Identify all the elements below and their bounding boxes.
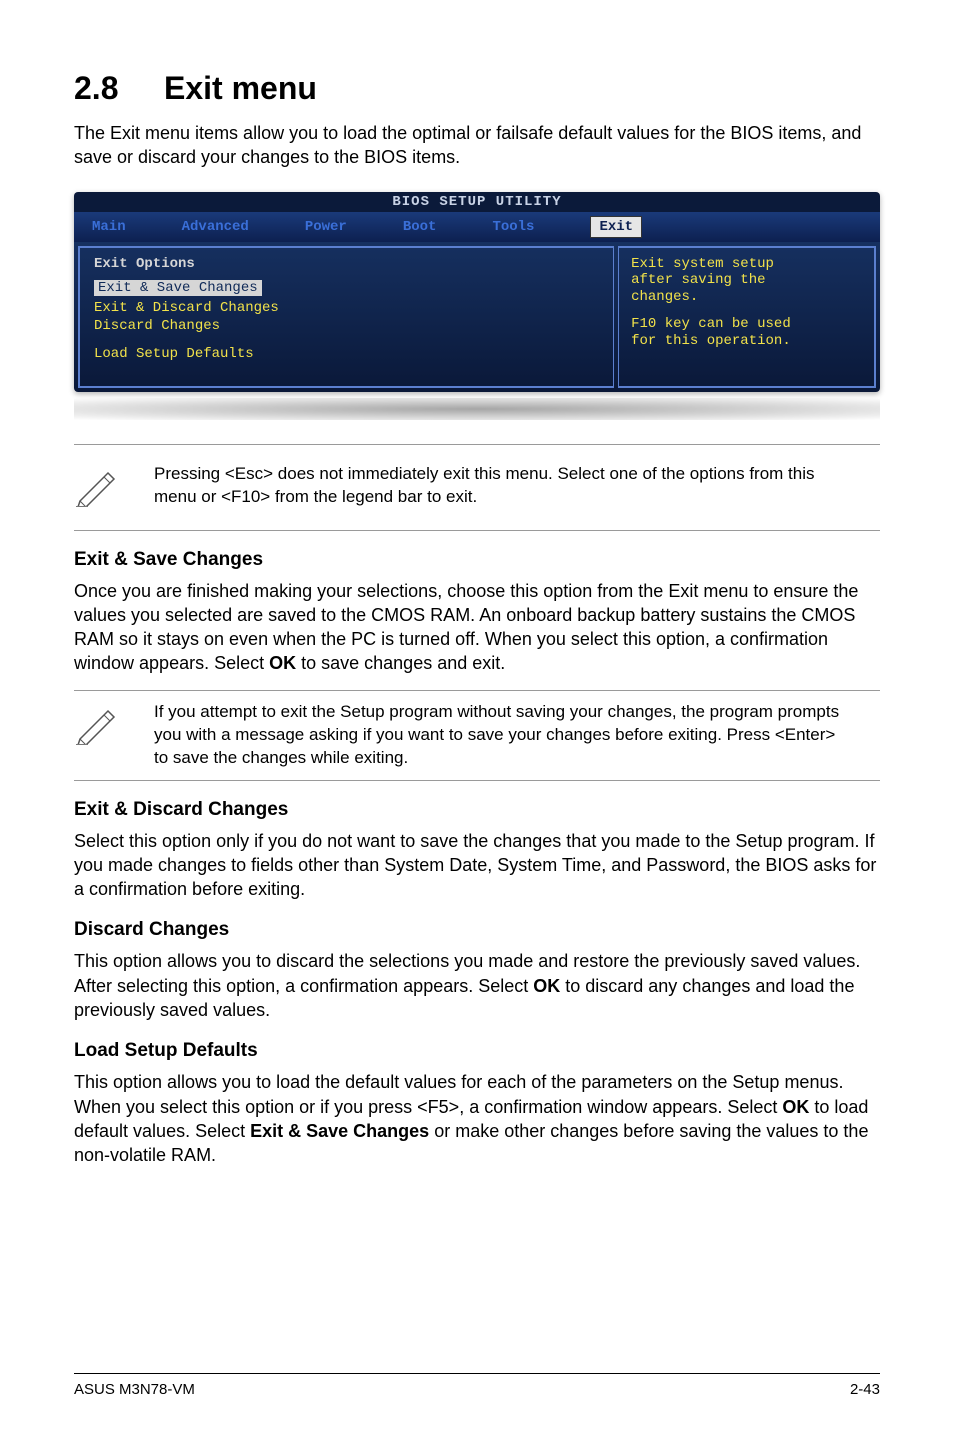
bios-item-exit-save: Exit & Save Changes [94, 280, 262, 296]
bios-right-pane: Exit system setup after saving the chang… [618, 246, 876, 388]
subhead-exit-discard: Exit & Discard Changes [74, 799, 880, 821]
para-exit-save: Once you are finished making your select… [74, 579, 880, 676]
bios-item-exit-discard: Exit & Discard Changes [94, 300, 599, 316]
bios-shadow [74, 398, 880, 420]
note-block-1: Pressing <Esc> does not immediately exit… [74, 459, 880, 512]
bold-ok: OK [782, 1097, 809, 1117]
pencil-icon [74, 701, 130, 750]
footer-rule [74, 1373, 880, 1374]
note-block-2: If you attempt to exit the Setup program… [74, 690, 880, 781]
bios-tab-advanced: Advanced [182, 219, 249, 235]
bios-tab-row: Main Advanced Power Boot Tools Exit [74, 212, 880, 242]
bios-utility-title: BIOS SETUP UTILITY [74, 192, 880, 212]
bios-item-discard: Discard Changes [94, 318, 599, 334]
divider [74, 530, 880, 531]
subhead-discard: Discard Changes [74, 919, 880, 941]
divider [74, 444, 880, 445]
section-number: 2.8 [74, 70, 164, 107]
para-discard: This option allows you to discard the se… [74, 949, 880, 1022]
bios-screenshot: BIOS SETUP UTILITY Main Advanced Power B… [74, 192, 880, 392]
bios-item-load-defaults: Load Setup Defaults [94, 346, 599, 362]
bios-help-line: F10 key can be used [631, 316, 862, 333]
bold-ok: OK [533, 976, 560, 996]
bios-left-header: Exit Options [94, 256, 599, 272]
bios-help-line: after saving the [631, 272, 862, 289]
intro-paragraph: The Exit menu items allow you to load th… [74, 121, 880, 170]
note-text-2: If you attempt to exit the Setup program… [154, 701, 880, 770]
bios-tab-tools: Tools [492, 219, 534, 235]
bios-left-pane: Exit Options Exit & Save Changes Exit & … [78, 246, 614, 388]
bold-ok: OK [269, 653, 296, 673]
footer-left: ASUS M3N78-VM [74, 1381, 195, 1398]
bios-tab-power: Power [305, 219, 347, 235]
text-span: to save changes and exit. [296, 653, 505, 673]
para-load-defaults: This option allows you to load the defau… [74, 1070, 880, 1167]
pencil-icon [74, 463, 130, 512]
bios-tab-main: Main [92, 219, 126, 235]
footer-right: 2-43 [850, 1381, 880, 1398]
text-span: This option allows you to load the defau… [74, 1072, 843, 1116]
subhead-exit-save: Exit & Save Changes [74, 549, 880, 571]
note-text-1: Pressing <Esc> does not immediately exit… [154, 463, 880, 509]
para-exit-discard: Select this option only if you do not wa… [74, 829, 880, 902]
bios-tab-boot: Boot [403, 219, 437, 235]
section-heading: 2.8Exit menu [74, 70, 880, 107]
bios-help-line: changes. [631, 289, 862, 306]
section-title-text: Exit menu [164, 70, 317, 106]
bios-tab-exit: Exit [590, 216, 642, 238]
bios-help-line: Exit system setup [631, 256, 862, 273]
page-footer: ASUS M3N78-VM 2-43 [74, 1381, 880, 1398]
bios-help-line: for this operation. [631, 333, 862, 350]
subhead-load-defaults: Load Setup Defaults [74, 1040, 880, 1062]
bold-exit-save: Exit & Save Changes [250, 1121, 429, 1141]
